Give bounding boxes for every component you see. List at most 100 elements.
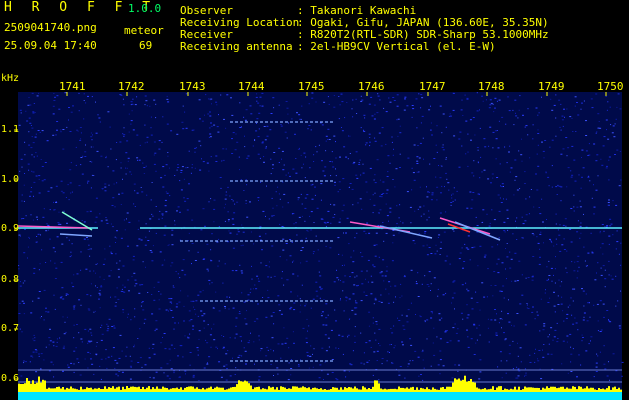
noise-speck [619,108,622,110]
noise-speck [449,113,451,115]
noise-speck [202,258,205,260]
noise-speck [308,125,311,126]
noise-speck [129,365,132,367]
noise-speck [586,320,589,322]
noise-speck [271,197,273,199]
noise-speck [19,281,21,283]
noise-speck [250,332,251,334]
noise-speck [340,298,341,300]
noise-speck [206,162,209,164]
noise-speck [426,319,429,321]
noise-speck [401,295,403,297]
noise-speck [477,161,479,163]
noise-speck [516,217,518,219]
noise-speck [395,296,396,298]
noise-speck [300,193,302,195]
noise-speck [292,331,294,333]
noise-speck [206,363,209,365]
noise-speck [494,285,497,286]
noise-speck [235,367,237,369]
noise-speck [123,291,126,293]
noise-speck [273,375,274,376]
noise-speck [407,366,409,368]
noise-speck [278,304,281,306]
level-bar [120,389,122,392]
noise-speck [481,282,484,284]
noise-speck [516,366,518,368]
noise-speck [106,323,108,325]
noise-speck [320,183,323,185]
noise-speck [117,268,120,270]
level-bar [436,389,438,392]
noise-speck [55,267,58,269]
noise-speck [464,94,466,96]
noise-speck [557,295,559,297]
noise-speck [458,166,461,168]
noise-speck [396,223,398,225]
noise-speck [292,261,293,263]
noise-speck [457,328,459,330]
noise-speck [109,245,111,247]
noise-speck [170,130,173,132]
level-bar [590,387,592,392]
noise-speck [267,297,270,299]
noise-speck [331,161,333,163]
level-bar [322,389,324,392]
noise-speck [87,182,89,184]
noise-speck [353,161,356,163]
noise-speck [476,302,479,303]
noise-speck [112,197,115,199]
level-bar [18,383,20,392]
noise-speck [345,232,347,234]
noise-speck [400,283,402,285]
noise-speck [574,105,576,107]
noise-speck [209,115,212,117]
level-bar [492,386,494,392]
noise-speck [497,147,500,149]
level-bar [178,388,180,392]
noise-speck [85,144,86,146]
noise-speck [221,160,223,162]
noise-speck [566,186,568,188]
noise-speck [254,363,255,365]
noise-speck [591,197,593,199]
noise-speck [398,320,401,321]
noise-speck [88,309,91,311]
noise-speck [608,361,609,363]
noise-speck [494,309,496,310]
noise-speck [423,205,425,207]
noise-speck [521,294,524,296]
noise-speck [602,303,605,305]
noise-speck [496,313,497,315]
noise-speck [129,378,132,380]
noise-speck [144,142,146,144]
noise-speck [30,187,32,188]
level-bar [574,386,576,392]
noise-speck [46,140,49,142]
noise-speck [600,267,602,269]
noise-speck [342,204,345,206]
noise-speck [426,196,429,198]
noise-speck [370,293,373,295]
noise-speck [297,148,300,150]
noise-speck [231,153,234,154]
noise-speck [475,342,477,344]
noise-speck [108,318,111,320]
noise-speck [413,144,416,146]
noise-speck [488,341,490,343]
noise-speck [246,310,247,312]
noise-speck [281,271,283,273]
noise-speck [297,197,300,199]
noise-speck [585,120,587,122]
noise-speck [78,110,80,112]
noise-speck [208,201,210,203]
noise-speck [572,300,574,302]
noise-speck [209,334,212,336]
noise-speck [588,175,590,177]
noise-speck [368,232,371,234]
noise-speck [427,191,430,193]
noise-speck [368,360,370,361]
level-bar [450,386,452,392]
noise-speck [601,243,604,245]
noise-speck [325,226,327,228]
